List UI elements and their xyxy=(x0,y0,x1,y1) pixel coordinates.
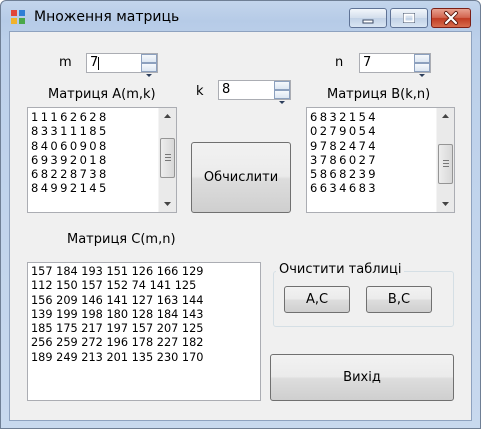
arrow-down-icon xyxy=(419,74,425,77)
matrix-c-textbox[interactable]: 157 184 193 151 126 166 129 112 150 157 1… xyxy=(27,262,261,401)
matrix-row: 3786027 xyxy=(310,152,379,167)
m-label: m xyxy=(59,55,72,70)
scroll-down-button[interactable] xyxy=(437,195,454,212)
close-button[interactable] xyxy=(431,8,471,28)
n-up-button[interactable] xyxy=(414,54,430,68)
clear-bc-button[interactable]: B,C xyxy=(366,286,432,313)
matrix-row: 6832154 xyxy=(310,110,379,124)
arrow-down-icon xyxy=(279,101,285,104)
matrix-row: 139 199 198 180 128 184 143 xyxy=(31,307,204,321)
matrix-row: 156 209 146 141 127 163 144 xyxy=(31,293,204,307)
n-label: n xyxy=(335,55,344,70)
matrix-c-label: Матриця C(m,n) xyxy=(67,232,176,247)
matrix-row: 157 184 193 151 126 166 129 xyxy=(31,265,204,278)
n-down-button[interactable] xyxy=(414,63,430,77)
arrow-down-icon xyxy=(146,74,152,77)
scroll-thumb[interactable] xyxy=(438,144,453,184)
app-icon xyxy=(11,10,27,26)
arrow-down-icon xyxy=(164,202,171,206)
scroll-up-button[interactable] xyxy=(159,108,176,125)
arrow-down-icon xyxy=(442,202,449,206)
matrix-row: 84060908 xyxy=(31,138,109,153)
matrix-row: 69392018 xyxy=(31,152,109,167)
matrix-row: 11162628 xyxy=(31,110,109,124)
close-icon xyxy=(444,11,458,25)
k-up-button[interactable] xyxy=(274,81,290,95)
window-title: Множення матриць xyxy=(34,9,180,25)
n-spinner[interactable]: 7 xyxy=(359,53,431,77)
matrix-a-scrollbar[interactable] xyxy=(158,108,176,212)
m-spinner[interactable]: 7 xyxy=(86,53,158,77)
minimize-button[interactable] xyxy=(349,8,387,28)
k-down-button[interactable] xyxy=(274,90,290,104)
scroll-down-button[interactable] xyxy=(159,195,176,212)
matrix-row: 84992145 xyxy=(31,181,109,196)
k-value: 8 xyxy=(222,82,231,97)
clear-ac-button[interactable]: A,C xyxy=(284,286,350,313)
matrix-row: 256 259 272 196 178 227 182 xyxy=(31,336,204,350)
app-window: Множення матриць m 7 n 7 k 8 Матриця A(m… xyxy=(0,0,481,429)
arrow-up-icon xyxy=(442,114,449,118)
matrix-row: 189 249 213 201 135 230 170 xyxy=(31,350,204,364)
matrix-b-textbox[interactable]: 6832154 0279054 9782474 3786027 5868239 66346… xyxy=(306,107,455,213)
matrix-row: 185 175 217 197 157 207 125 xyxy=(31,322,204,336)
scroll-thumb[interactable] xyxy=(160,138,175,178)
matrix-b-scrollbar[interactable] xyxy=(436,108,454,212)
matrix-b-rows: 6832154 0279054 9782474 3786027 5868239 66346… xyxy=(310,110,378,196)
matrix-b-label: Матриця B(k,n) xyxy=(327,87,431,102)
n-value: 7 xyxy=(363,55,372,70)
matrix-row: 68228738 xyxy=(31,167,109,182)
matrix-a-textbox[interactable]: 11162628 83311185 84060908 69392018 68228738… xyxy=(27,107,177,213)
m-up-button[interactable] xyxy=(141,54,157,68)
matrix-row: 0279054 xyxy=(310,124,379,139)
matrix-row: 112 150 157 152 74 141 125 xyxy=(31,279,197,293)
matrix-c-rows: 157 184 193 151 126 166 129 112 150 157 1… xyxy=(31,265,203,365)
matrix-a-label: Матриця A(m,k) xyxy=(48,87,156,102)
clear-tables-group-title: Очистити таблиці xyxy=(276,262,405,277)
maximize-icon xyxy=(403,13,415,23)
maximize-button[interactable] xyxy=(390,8,428,28)
matrix-row: 5868239 xyxy=(310,167,379,182)
exit-button[interactable]: Вихід xyxy=(270,354,454,401)
text-caret xyxy=(98,57,99,70)
m-down-button[interactable] xyxy=(141,63,157,77)
minimize-icon xyxy=(362,19,374,24)
title-bar[interactable]: Множення матриць xyxy=(1,1,480,31)
matrix-row: 83311185 xyxy=(31,124,109,139)
arrow-up-icon xyxy=(164,114,171,118)
k-label: k xyxy=(196,84,204,99)
client-area: m 7 n 7 k 8 Матриця A(m,k) 11162628 8331… xyxy=(9,31,472,421)
compute-button[interactable]: Обчислити xyxy=(191,142,291,213)
k-spinner[interactable]: 8 xyxy=(218,80,291,104)
matrix-row: 6634683 xyxy=(310,181,379,196)
matrix-a-rows: 11162628 83311185 84060908 69392018 68228738… xyxy=(31,110,109,196)
scroll-up-button[interactable] xyxy=(437,108,454,125)
matrix-row: 9782474 xyxy=(310,138,379,153)
